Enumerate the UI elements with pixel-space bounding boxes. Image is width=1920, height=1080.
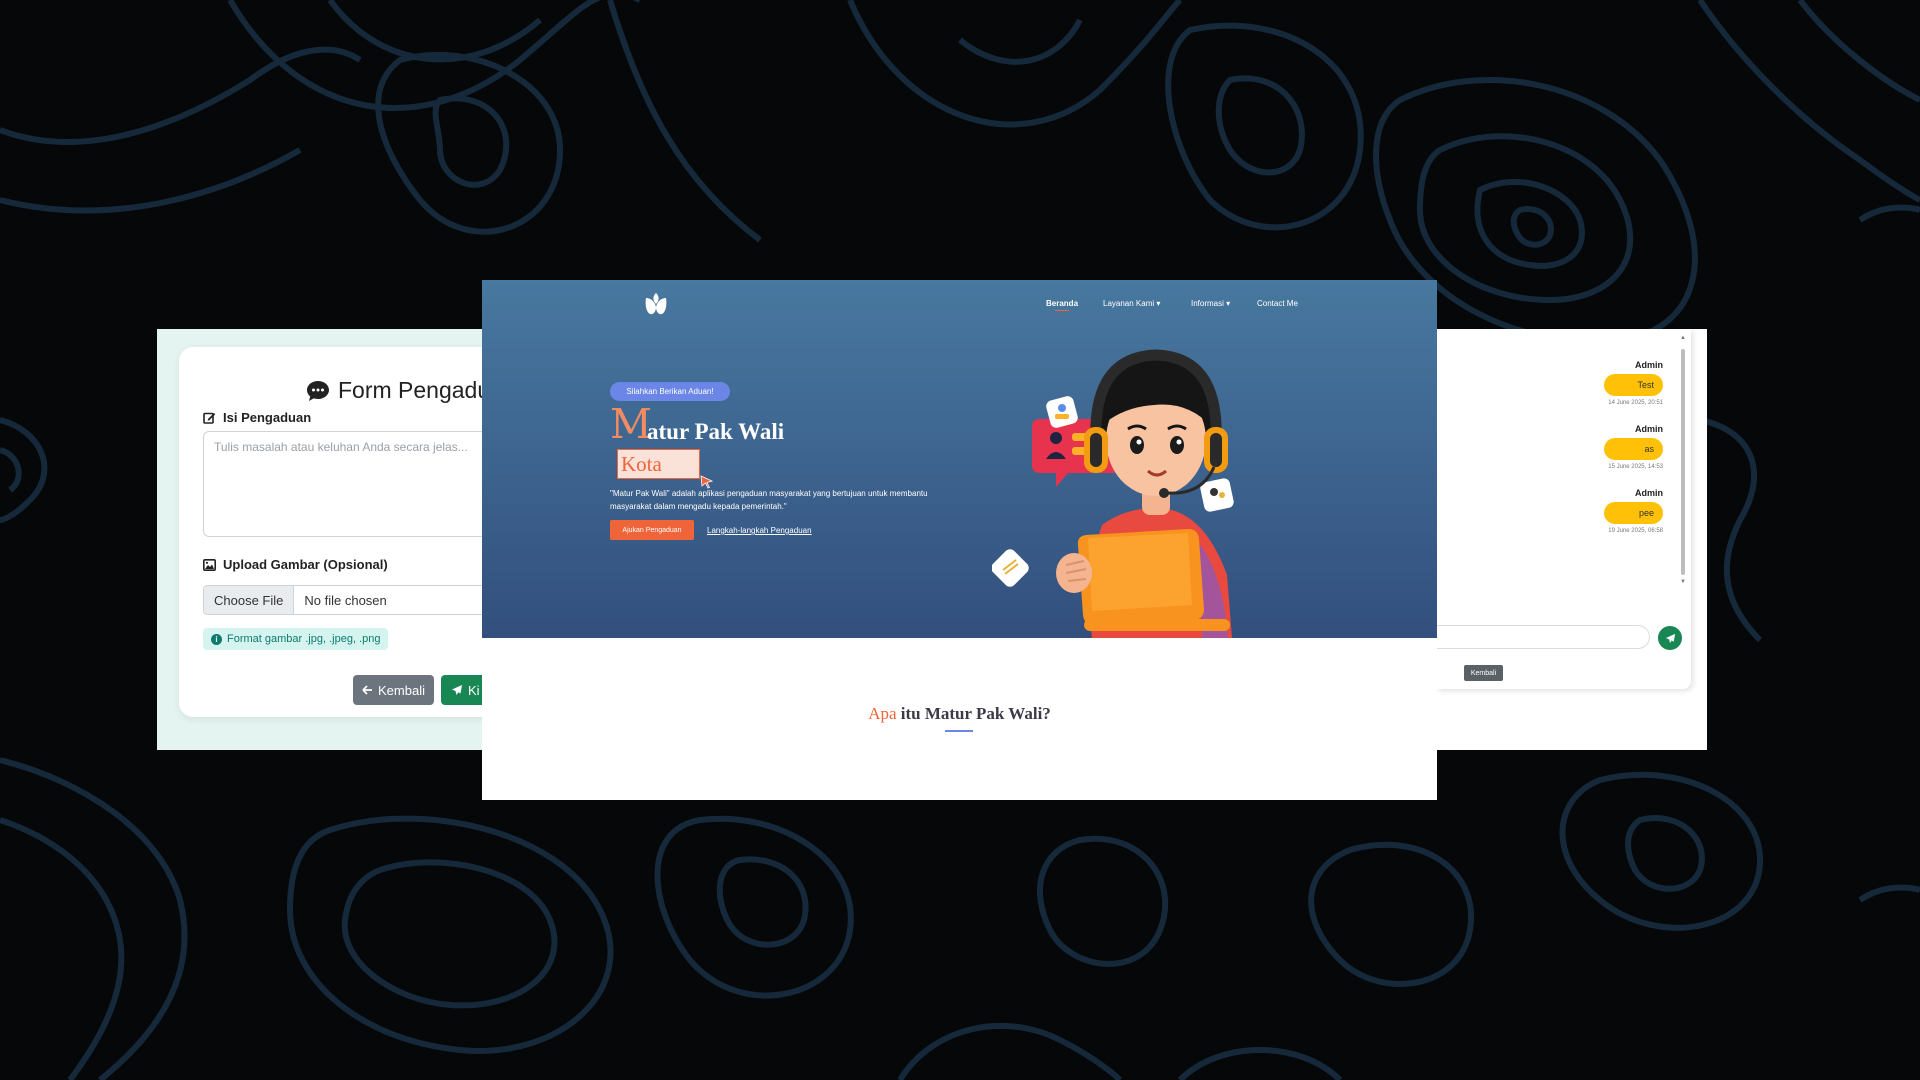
hero-title: atur Pak Wali [647,419,785,444]
chat-message-input[interactable] [1437,625,1650,649]
chat-bubble: Test [1604,374,1663,396]
hero-title-highlight: Kota [617,449,700,479]
aduan-pill-badge: Silahkan Berikan Aduan! [610,382,730,401]
edit-icon [203,412,216,424]
choose-file-button[interactable]: Choose File [204,586,295,614]
nav-beranda[interactable]: Beranda [1046,299,1078,308]
caret-down-icon: ▾ [1156,299,1161,308]
chat-box: Admin Test 14 June 2025, 20:51 Admin as … [1437,329,1691,689]
nav-informasi[interactable]: Informasi ▾ [1191,299,1230,308]
nav-informasi-label: Informasi [1191,299,1224,308]
tulip-logo-icon[interactable] [643,291,669,317]
complaint-textarea-placeholder: Tulis masalah atau keluhan Anda secara j… [214,440,468,454]
kembali-button-label: Kembali [378,682,425,698]
nav-contact-me[interactable]: Contact Me [1257,299,1298,308]
scroll-up-arrow-icon[interactable]: ▲ [1680,335,1686,341]
hero-description: "Matur Pak Wali" adalah aplikasi pengadu… [610,489,928,511]
form-card: Form Pengadu Isi Pengaduan Tulis masalah… [179,347,497,717]
file-input[interactable]: Choose File No file chosen [203,585,497,615]
kembali-button[interactable]: Kembali [353,675,434,705]
chat-bubble: as [1604,438,1663,460]
isi-pengaduan-label: Isi Pengaduan [203,410,311,425]
nav-active-underline [1055,310,1069,311]
section-title-underline [945,730,973,732]
form-title: Form Pengadu [306,377,490,404]
info-icon: i [211,633,222,645]
paper-plane-icon [1665,633,1675,643]
section-title-rest: itu Matur Pak Wali? [896,704,1051,723]
chat-sender: Admin [1635,360,1663,370]
upload-gambar-label: Upload Gambar (Opsional) [203,557,388,572]
langkah-pengaduan-link[interactable]: Langkah-langkah Pengaduan [707,526,812,535]
chat-scrollbar[interactable]: ▲ ▼ [1680,335,1686,585]
chat-kembali-button[interactable]: Kembali [1464,665,1503,681]
image-icon [203,558,216,571]
chat-sender: Admin [1635,424,1663,434]
chat-timestamp: 15 June 2025, 14:53 [1608,464,1663,470]
chat-bubble: pee [1604,502,1663,524]
paper-plane-icon [452,685,462,695]
scrollbar-thumb[interactable] [1681,349,1685,575]
chat-send-button[interactable] [1658,626,1682,650]
isi-pengaduan-label-text: Isi Pengaduan [223,410,312,425]
no-file-chosen-text: No file chosen [304,592,387,608]
kirim-button-label: Ki [468,682,480,698]
section-title: Apa itu Matur Pak Wali? [482,704,1437,724]
chat-sender: Admin [1635,488,1663,498]
nav-layanan-label: Layanan Kami [1103,299,1155,308]
ajukan-pengaduan-button[interactable]: Ajukan Pengaduan [610,520,694,540]
arrow-left-icon [362,685,373,695]
form-title-text: Form Pengadu [338,377,491,403]
format-hint-text: Format gambar .jpg, .jpeg, .png [227,633,381,645]
hero-title-initial: M [610,400,652,448]
format-hint-badge: i Format gambar .jpg, .jpeg, .png [203,628,389,650]
section-title-accent: Apa [868,704,897,723]
chat-message: Admin pee 19 June 2025, 06:58 [1604,488,1663,534]
upload-gambar-label-text: Upload Gambar (Opsional) [223,557,388,572]
chat-bubble-icon [307,380,329,401]
nav-layanan-kami[interactable]: Layanan Kami ▾ [1103,299,1160,308]
chat-message: Admin as 15 June 2025, 14:53 [1604,424,1663,470]
form-screenshot-card: Form Pengadu Isi Pengaduan Tulis masalah… [157,329,497,750]
customer-service-illustration [992,349,1234,638]
caret-down-icon: ▾ [1226,299,1231,308]
landing-page-screenshot: Beranda Layanan Kami ▾ Informasi ▾ Conta… [482,280,1437,800]
chat-timestamp: 14 June 2025, 20:51 [1608,400,1663,406]
complaint-textarea[interactable]: Tulis masalah atau keluhan Anda secara j… [203,431,497,537]
scroll-down-arrow-icon[interactable]: ▼ [1680,579,1686,585]
hero-section: Beranda Layanan Kami ▾ Informasi ▾ Conta… [482,280,1437,638]
chat-message: Admin Test 14 June 2025, 20:51 [1604,360,1663,406]
chat-screenshot-card: Admin Test 14 June 2025, 20:51 Admin as … [1437,329,1707,750]
chat-timestamp: 19 June 2025, 06:58 [1608,528,1663,534]
